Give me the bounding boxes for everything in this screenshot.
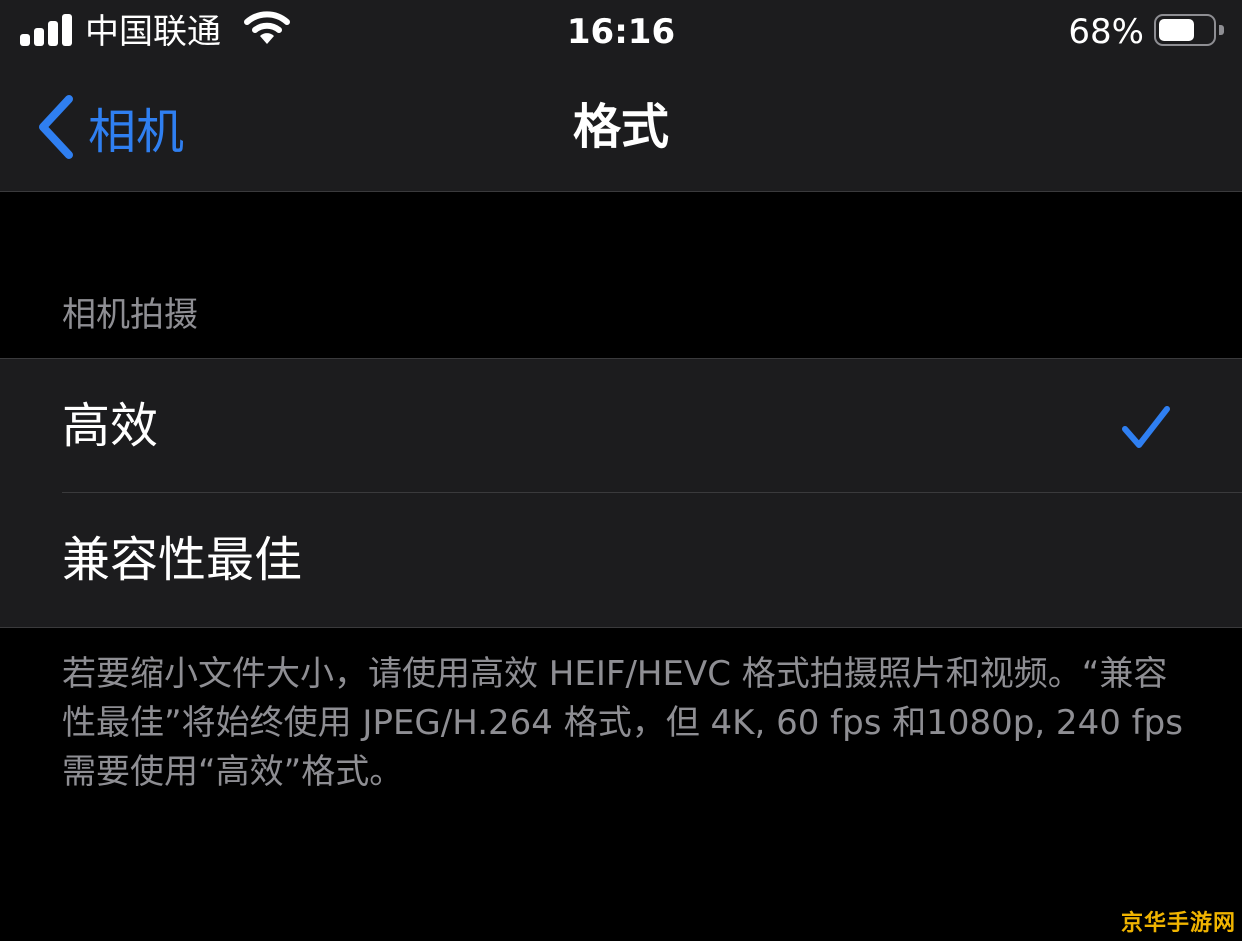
section-footer: 若要缩小文件大小，请使用高效 HEIF/HEVC 格式拍摄照片和视频。“兼容性最… bbox=[62, 654, 1183, 792]
section-header: 相机拍摄 bbox=[62, 295, 198, 335]
navigation-bar: 相机 格式 bbox=[0, 66, 1242, 192]
option-label: 高效 bbox=[62, 398, 159, 454]
option-high-efficiency[interactable]: 高效 bbox=[0, 359, 1242, 493]
option-label: 兼容性最佳 bbox=[62, 532, 303, 588]
page-title: 格式 bbox=[572, 99, 669, 155]
option-most-compatible[interactable]: 兼容性最佳 bbox=[0, 493, 1242, 627]
format-options-group: 高效 兼容性最佳 bbox=[0, 358, 1242, 628]
battery-icon bbox=[1154, 14, 1224, 46]
checkmark-icon bbox=[1122, 406, 1170, 448]
status-bar: 中国联通 16:16 68% bbox=[0, 0, 1242, 66]
watermark-logo: 京华手游网 bbox=[1120, 911, 1236, 936]
battery-level bbox=[1159, 19, 1194, 41]
status-time: 16:16 bbox=[566, 12, 676, 52]
battery-percentage: 68% bbox=[1068, 12, 1144, 52]
